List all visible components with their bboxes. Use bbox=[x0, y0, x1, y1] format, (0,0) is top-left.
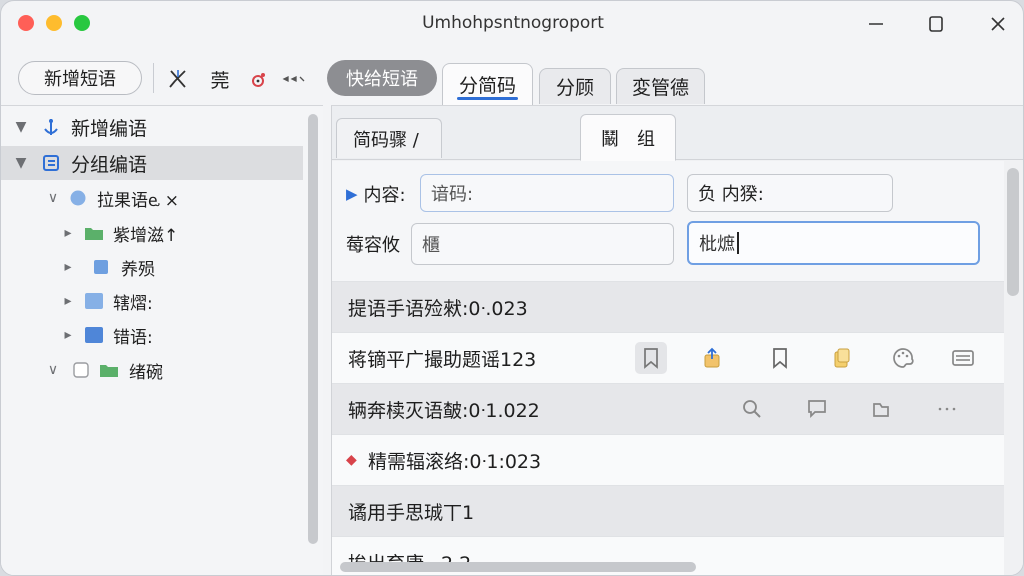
list-item[interactable]: ◆ 精需辐滚络:0ᐧ1:023 bbox=[332, 434, 1004, 485]
tab-group[interactable]: 分顾 bbox=[539, 68, 611, 104]
comment-icon[interactable] bbox=[801, 393, 833, 425]
sidebar-item-folder[interactable]: ▸ 错语: bbox=[1, 318, 303, 352]
expand-caret-icon[interactable]: ▸ bbox=[61, 259, 75, 275]
title-bar: Umhohpsntnogroport bbox=[1, 1, 1023, 47]
anchor-icon bbox=[41, 117, 61, 137]
sidebar-item-label: 养殒 bbox=[121, 259, 155, 280]
folder-blue-icon bbox=[84, 291, 104, 311]
edit-icon[interactable] bbox=[865, 393, 897, 425]
tab-label: 分顾 bbox=[555, 77, 594, 99]
cut-icon[interactable] bbox=[165, 67, 191, 91]
sidebar-item-new[interactable]: ▼ 新增编语 bbox=[1, 110, 303, 144]
content-label: 内容: bbox=[363, 185, 406, 206]
text-cursor bbox=[737, 232, 739, 254]
toolbar: 新增短语 莞 快给短语 分简码 分顾 変管德 bbox=[1, 53, 1023, 105]
list-item-text: 精需辐滚络:0ᐧ1:023 bbox=[368, 450, 542, 473]
sidebar-item-subgroup[interactable]: ∨ 拉果语ⱸ × bbox=[1, 181, 303, 215]
sidebar-item-folder[interactable]: ∨ 绪碗 bbox=[1, 353, 303, 387]
folder-green-icon bbox=[84, 223, 104, 243]
subtab-group[interactable]: 鬫 组 bbox=[580, 114, 676, 161]
expand-caret-icon[interactable]: ▼ bbox=[14, 119, 28, 135]
marker-icon: ◆ bbox=[346, 452, 357, 468]
list-item-text: 蒋镝平广撮助题谣123 bbox=[348, 348, 537, 371]
share-icon[interactable] bbox=[696, 342, 728, 374]
list-item[interactable]: 谲用手思珹丅1 bbox=[332, 485, 1004, 536]
edit-form: ▶ 内容: 谙码: 负 内猤: 莓容攸 櫃 枇熫 bbox=[332, 161, 1004, 281]
palette-icon[interactable] bbox=[887, 342, 919, 374]
sidebar-item-label: 绪碗 bbox=[129, 362, 163, 383]
maximize-icon[interactable] bbox=[923, 11, 949, 37]
search-icon[interactable] bbox=[736, 393, 768, 425]
sidebar: ▼ 新增编语 ▼ 分组编语 ∨ 拉果语ⱸ × ▸ 紫增滋↑ ▸ 养殒 ▸ 辖熠:… bbox=[1, 105, 323, 575]
tab-label: 変管德 bbox=[631, 77, 689, 99]
sidebar-item-group[interactable]: ▼ 分组编语 bbox=[1, 146, 303, 180]
text-format-icon[interactable]: 莞 bbox=[207, 67, 233, 92]
list-item[interactable]: 提语手语殓猌:0ᐧ.023 bbox=[332, 281, 1004, 332]
folder-green-icon bbox=[99, 360, 119, 380]
square-blue-icon bbox=[91, 257, 111, 277]
collapse-caret-icon[interactable]: ∨ bbox=[46, 190, 60, 206]
subtab-code[interactable]: 简码骤 / bbox=[336, 118, 442, 158]
tab-manage[interactable]: 変管德 bbox=[616, 68, 705, 104]
sidebar-item-label: 新增编语 bbox=[71, 117, 148, 140]
category-label: 莓容攸 bbox=[346, 235, 400, 256]
bookmark-icon[interactable] bbox=[635, 342, 667, 374]
sidebar-item-label: 错语: bbox=[113, 327, 153, 348]
tab-short-code[interactable]: 分简码 bbox=[442, 63, 533, 105]
close-icon[interactable] bbox=[985, 11, 1011, 37]
sidebar-item-folder[interactable]: ▸ 紫增滋↑ bbox=[1, 216, 303, 250]
list-item[interactable]: 蒋镝平广撮助题谣123 bbox=[332, 332, 1004, 383]
quick-phrase-button[interactable]: 快给短语 bbox=[327, 60, 437, 96]
main-panel: 简码骤 / 鬫 组 ▶ 内容: 谙码: 负 内猤: 莓容攸 櫃 枇熫 提语手语殓… bbox=[331, 105, 1023, 575]
list-item-text: 辆奔椟灭语皶:0ᐧ1.022 bbox=[348, 399, 540, 422]
play-icon: ▶ bbox=[346, 185, 358, 203]
collapse-caret-icon[interactable]: ∨ bbox=[46, 362, 60, 378]
sidebar-scrollbar[interactable] bbox=[308, 114, 318, 544]
minimize-icon[interactable] bbox=[863, 11, 889, 37]
list-item-text: 谲用手思珹丅1 bbox=[348, 501, 475, 524]
tab-label: 分简码 bbox=[458, 75, 516, 97]
sidebar-item-label: 分组编语 bbox=[71, 153, 148, 176]
app-window: Umhohpsntnogroport 新增短语 莞 快给短语 分简码 分顾 変管… bbox=[0, 0, 1024, 576]
expand-caret-icon[interactable]: ▸ bbox=[61, 327, 75, 343]
circle-icon bbox=[68, 188, 88, 208]
category-field[interactable]: 櫃 bbox=[411, 223, 674, 265]
list-item-text: 提语手语殓猌:0ᐧ.023 bbox=[348, 297, 528, 320]
main-vertical-scrollbar[interactable] bbox=[1007, 168, 1019, 296]
sidebar-item-label: 辖熠: bbox=[113, 293, 153, 314]
expand-caret-icon[interactable]: ▼ bbox=[14, 155, 28, 171]
sidebar-item-label: 拉果语ⱸ × bbox=[97, 190, 180, 211]
more-dots-icon[interactable] bbox=[931, 393, 963, 425]
list-item[interactable]: 辆奔椟灭语皶:0ᐧ1.022 bbox=[332, 383, 1004, 434]
folder-blue-icon bbox=[84, 325, 104, 345]
checkbox-icon[interactable] bbox=[71, 360, 91, 380]
focused-input-field[interactable]: 枇熫 bbox=[687, 221, 980, 265]
sidebar-item-folder[interactable]: ▸ 养殒 bbox=[1, 250, 303, 284]
more-icon[interactable] bbox=[281, 67, 307, 91]
active-tab-indicator bbox=[457, 97, 518, 100]
subtab-bar: 简码骤 / 鬫 组 bbox=[332, 106, 1023, 161]
group-list-icon bbox=[41, 153, 61, 173]
focused-input-value: 枇熫 bbox=[699, 234, 735, 255]
main-horizontal-scrollbar[interactable] bbox=[340, 562, 696, 572]
sidebar-item-folder[interactable]: ▸ 辖熠: bbox=[1, 284, 303, 318]
other-content-field[interactable]: 负 内猤: bbox=[687, 174, 893, 212]
sidebar-item-label: 紫增滋↑ bbox=[113, 225, 179, 246]
keyboard-icon[interactable] bbox=[947, 342, 979, 374]
toolbar-divider bbox=[153, 63, 154, 93]
copy-icon[interactable] bbox=[826, 342, 858, 374]
bookmark-outline-icon[interactable] bbox=[764, 342, 796, 374]
expand-caret-icon[interactable]: ▸ bbox=[61, 293, 75, 309]
content-label-row: ▶ 内容: bbox=[346, 177, 406, 211]
expand-caret-icon[interactable]: ▸ bbox=[61, 225, 75, 241]
emoji-icon[interactable] bbox=[249, 67, 271, 91]
content-field[interactable]: 谙码: bbox=[420, 174, 674, 212]
phrase-list: 提语手语殓猌:0ᐧ.023 蒋镝平广撮助题谣123 辆奔椟灭语皶:0ᐧ1.022… bbox=[332, 281, 1004, 575]
new-phrase-button[interactable]: 新增短语 bbox=[18, 61, 142, 95]
